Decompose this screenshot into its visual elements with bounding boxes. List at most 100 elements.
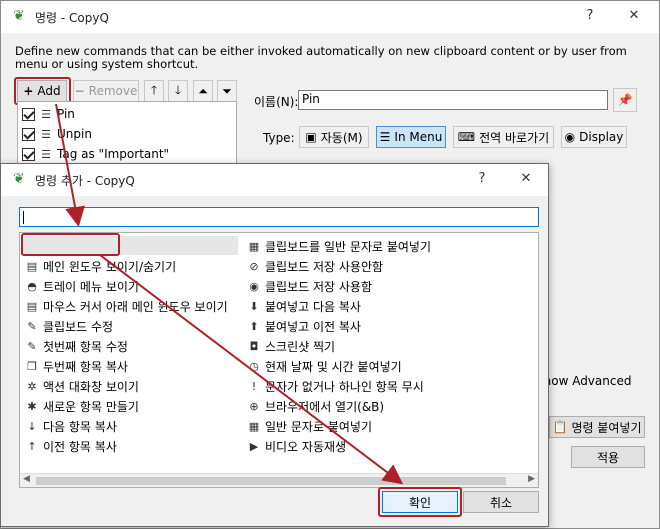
warning-icon: !: [251, 379, 257, 393]
dialog-help-button[interactable]: ?: [473, 170, 491, 188]
tray-icon: ◓: [27, 279, 37, 293]
preset-label: 클립보드 저장 사용안함: [265, 259, 384, 274]
preset-label: 붙여넣고 이전 복사: [265, 319, 361, 334]
preset-item[interactable]: ✎ 첫번째 항목 수정: [26, 336, 128, 356]
preset-item[interactable]: ◉ 클립보드 저장 사용함: [248, 276, 372, 296]
close-button[interactable]: ✕: [625, 7, 643, 25]
preset-item[interactable]: ✱ 새로운 항목 만들기: [26, 396, 139, 416]
preset-item[interactable]: ◘ 스크린샷 찍기: [248, 336, 335, 356]
type-automatic-button[interactable]: ▣ 자동(M): [299, 126, 369, 148]
preset-label: 일반 문자로 붙여넣기: [265, 419, 372, 434]
copyq-logo-icon: ❦: [13, 8, 25, 24]
preset-item[interactable]: ▶ 비디오 자동재생: [248, 436, 346, 456]
type-in-menu-label: In Menu: [394, 130, 443, 144]
text-cursor: [23, 211, 24, 224]
eye-slash-icon: ⊘: [249, 259, 259, 273]
preset-label: 붙여넣고 다음 복사: [265, 299, 361, 314]
preset-label: 마우스 커서 아래 메인 윈도우 보이기: [43, 299, 228, 314]
cancel-label: 취소: [489, 495, 513, 510]
filter-input[interactable]: [19, 207, 539, 227]
scroll-left-icon[interactable]: ◀: [23, 474, 30, 484]
command-presets-list[interactable]: ▪새로운 명령▤메인 윈도우 보이기/숨기기◓트레이 메뉴 보이기▤마우스 커서…: [19, 232, 539, 488]
paste-commands-label: 명령 붙여넣기: [571, 420, 642, 435]
preset-item[interactable]: ✎ 클립보드 수정: [26, 316, 113, 336]
type-global-shortcut-button[interactable]: ⌨ 전역 바로가기: [453, 126, 554, 148]
preset-item[interactable]: ▦ 클립보드를 일반 문자로 붙여넣기: [248, 236, 431, 256]
preset-item[interactable]: ⬇ 붙여넣고 다음 복사: [248, 296, 361, 316]
scroll-right-icon[interactable]: ▶: [528, 474, 535, 484]
enabled-checkbox[interactable]: [22, 107, 35, 121]
arrow-down-icon: 🡓: [174, 82, 182, 97]
command-item[interactable]: ☰ Pin: [22, 104, 75, 124]
list-icon: ▤: [26, 299, 38, 313]
preset-label: 액션 대화창 보이기: [43, 379, 139, 394]
copy-icon: ❐: [27, 359, 37, 373]
remove-button[interactable]: − Remove: [73, 80, 139, 102]
dialog-close-button[interactable]: ✕: [517, 170, 535, 188]
name-label: 이름(N):: [254, 95, 299, 109]
command-item[interactable]: ☰ Tag as "Important": [22, 144, 169, 164]
preset-label: 새로운 항목 만들기: [43, 399, 139, 414]
main-titlebar: ❦ 명령 - CopyQ ? ✕: [1, 1, 659, 33]
preset-item[interactable]: ▦ 일반 문자로 붙여넣기: [248, 416, 372, 436]
enabled-checkbox[interactable]: [22, 147, 35, 161]
command-item[interactable]: ☰ Unpin: [22, 124, 92, 144]
preset-label: 클립보드 수정: [43, 319, 114, 334]
list-icon: ▤: [26, 259, 38, 273]
command-label: Tag as "Important": [57, 147, 170, 161]
main-title: 명령 - CopyQ: [35, 11, 109, 25]
tag-icon: ☰: [41, 147, 51, 161]
preset-label: 브라우저에서 열기(&B): [265, 399, 385, 414]
enabled-checkbox[interactable]: [22, 127, 35, 141]
move-top-button[interactable]: ⏶: [193, 80, 213, 102]
cancel-button[interactable]: 취소: [463, 491, 539, 513]
gear-icon: ✲: [27, 379, 37, 393]
type-display-button[interactable]: ◉ Display: [561, 126, 627, 148]
preset-item[interactable]: ↑ 이전 항목 복사: [26, 436, 116, 456]
help-button[interactable]: ?: [581, 7, 599, 25]
ok-highlight: [378, 487, 462, 517]
preset-item[interactable]: ✲ 액션 대화창 보이기: [26, 376, 139, 396]
type-in-menu-button[interactable]: ☰ In Menu: [376, 126, 446, 148]
type-automatic-label: 자동(M): [320, 130, 363, 145]
preset-item[interactable]: ⊕ 브라우저에서 열기(&B): [248, 396, 384, 416]
name-field[interactable]: Pin: [298, 90, 608, 110]
preset-item[interactable]: ! 문자가 없거나 하나인 항목 무시: [248, 376, 424, 396]
arrow-up-icon: 🡑: [150, 82, 158, 97]
command-list[interactable]: ☰ Pin ☰ Unpin ☰ Tag as "Important": [17, 101, 237, 171]
move-bottom-button[interactable]: ⏷: [217, 80, 237, 102]
preset-item[interactable]: ◓ 트레이 메뉴 보이기: [26, 276, 139, 296]
edit-icon: ✎: [27, 339, 37, 353]
preset-label: 스크린샷 찍기: [265, 339, 336, 354]
menu-icon: ☰: [379, 130, 391, 144]
pin-icon: ☰: [41, 107, 51, 121]
description-text: Define new commands that can be either i…: [15, 44, 627, 71]
preset-label: 문자가 없거나 하나인 항목 무시: [265, 379, 424, 394]
automatic-icon: ▣: [305, 130, 317, 144]
scrollbar-thumb[interactable]: [36, 477, 506, 485]
preset-item[interactable]: ❐ 두번째 항목 복사: [26, 356, 128, 376]
circle-down-icon: ⬇: [249, 299, 259, 313]
preset-item[interactable]: ▤ 마우스 커서 아래 메인 윈도우 보이기: [26, 296, 228, 316]
paste-commands-button[interactable]: 📋 명령 붙여넣기: [549, 416, 645, 438]
preset-item[interactable]: ↓ 다음 항목 복사: [26, 416, 116, 436]
preset-label: 비디오 자동재생: [265, 439, 347, 454]
pin-icon: 📌: [617, 93, 633, 107]
preset-item[interactable]: ◷ 현재 날짜 및 시간 붙여넣기: [248, 356, 402, 376]
pin-icon: ☰: [41, 127, 51, 141]
show-advanced-label[interactable]: Show Advanced: [536, 374, 631, 388]
command-label: Pin: [57, 107, 75, 121]
minus-icon: −: [74, 84, 85, 98]
apply-button[interactable]: 적용: [571, 446, 645, 468]
pin-button[interactable]: 📌: [613, 88, 637, 112]
double-up-icon: ⏶: [198, 83, 208, 98]
dialog-titlebar: ❦ 명령 추가 - CopyQ ? ✕: [1, 164, 548, 196]
preset-item[interactable]: ▤ 메인 윈도우 보이기/숨기기: [26, 256, 176, 276]
move-down-button[interactable]: 🡓: [168, 80, 188, 102]
arrow-up-icon: ↑: [27, 439, 37, 453]
horizontal-scrollbar[interactable]: ◀ ▶: [20, 473, 538, 487]
copyq-logo-icon: ❦: [13, 171, 25, 187]
preset-item[interactable]: ⬆ 붙여넣고 이전 복사: [248, 316, 361, 336]
preset-item[interactable]: ⊘ 클립보드 저장 사용안함: [248, 256, 383, 276]
move-up-button[interactable]: 🡑: [144, 80, 164, 102]
